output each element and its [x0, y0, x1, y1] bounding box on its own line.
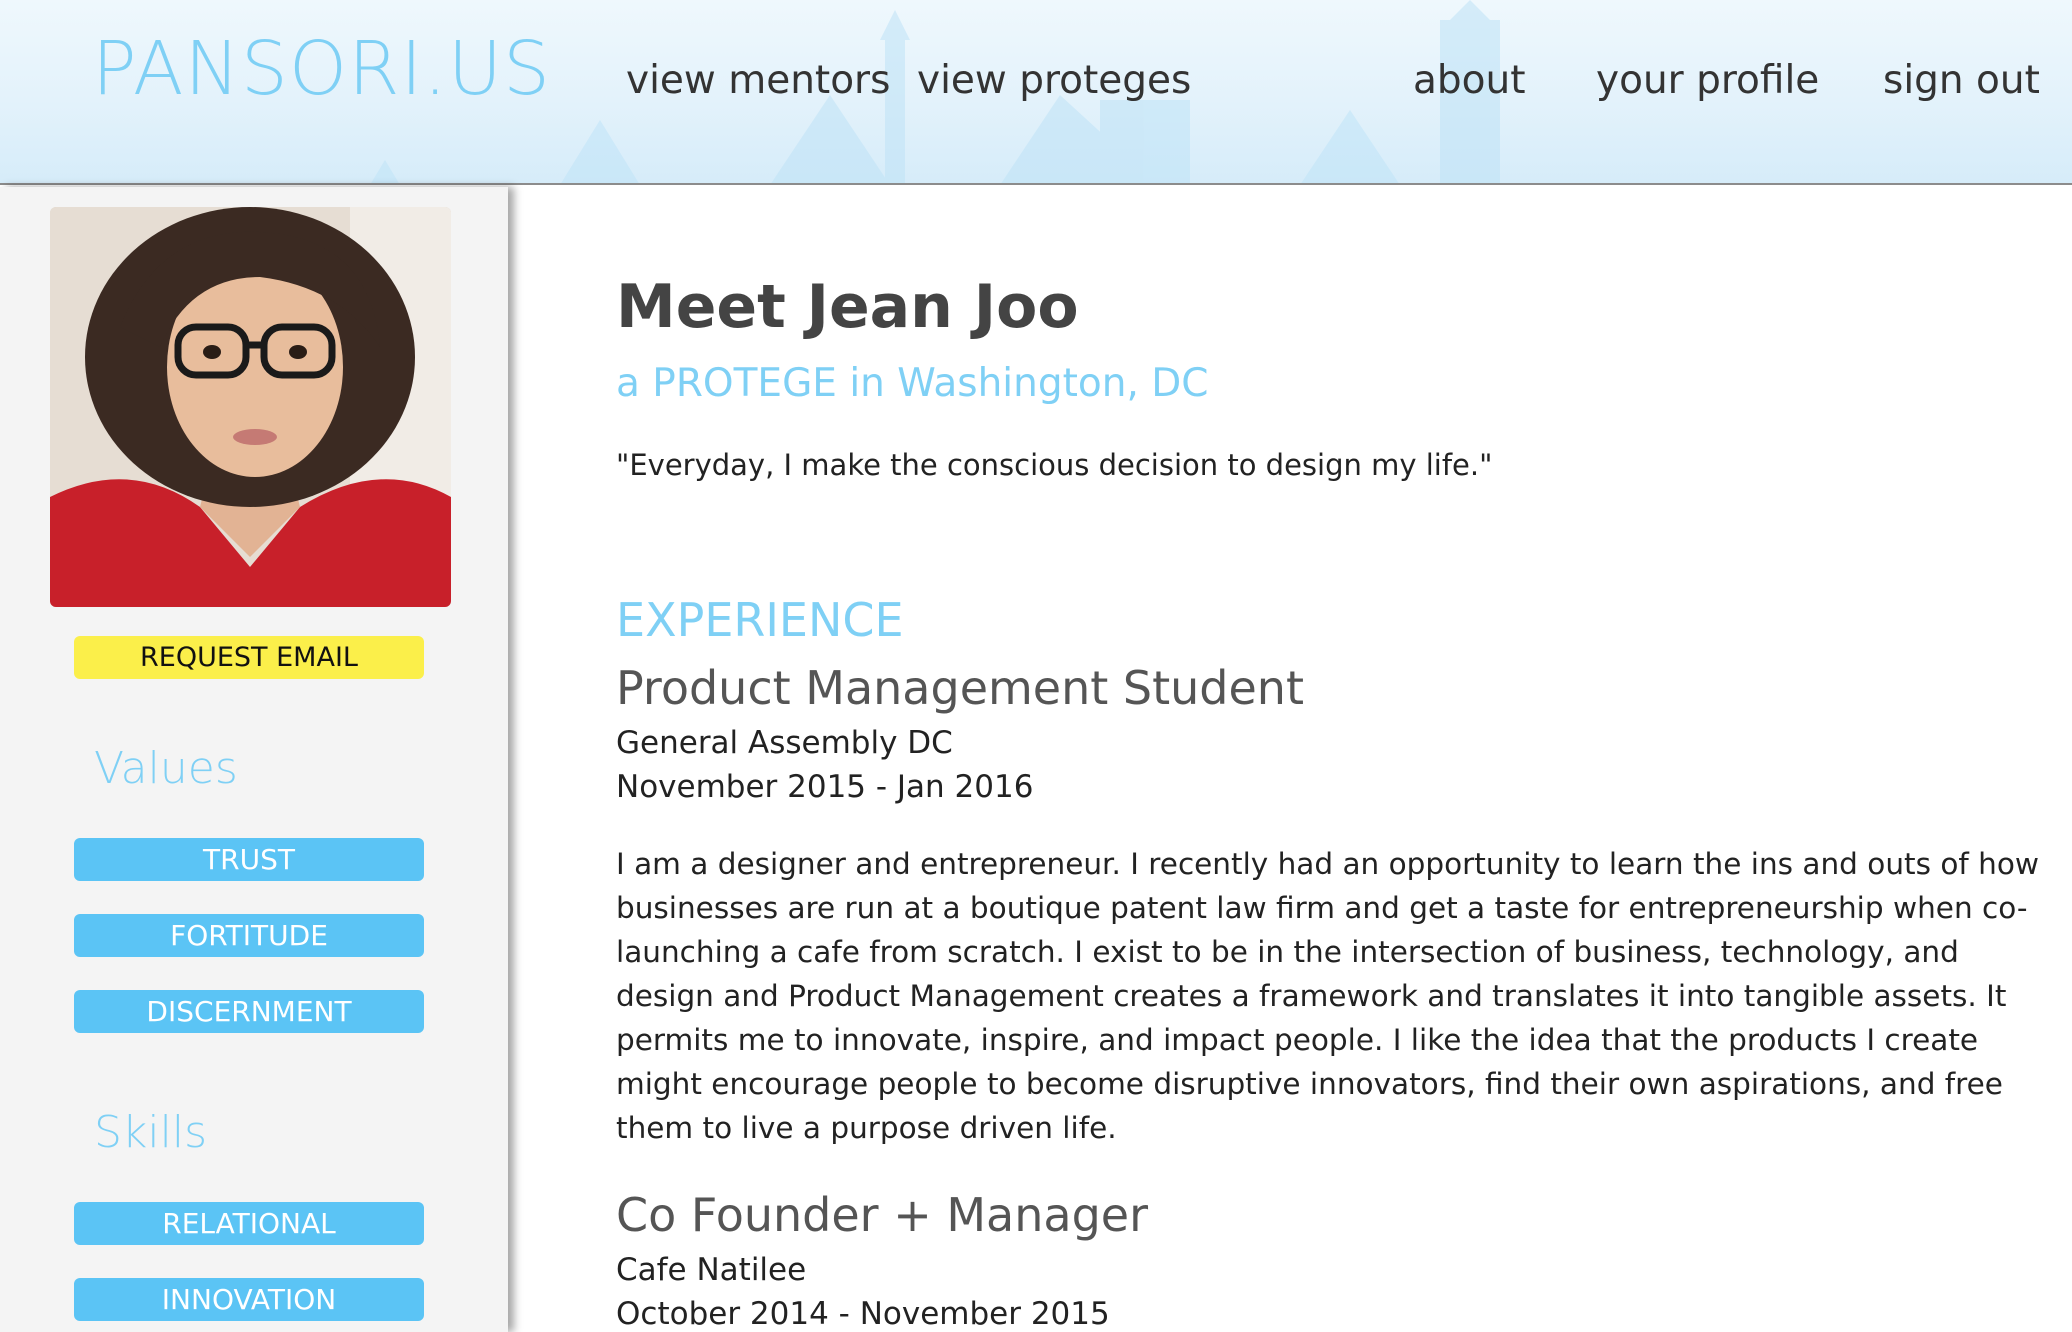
nav-sign-out[interactable]: sign out [1883, 59, 2040, 103]
job-company: General Assembly DC [616, 725, 953, 761]
nav-view-proteges[interactable]: view proteges [917, 59, 1191, 103]
values-heading: Values [94, 743, 238, 794]
value-pill-fortitude[interactable]: FORTITUDE [74, 914, 424, 957]
request-email-button[interactable]: REQUEST EMAIL [74, 636, 424, 679]
site-header: PANSORI.US view mentors view proteges ab… [0, 0, 2072, 185]
nav-about[interactable]: about [1413, 59, 1526, 103]
skills-heading: Skills [94, 1107, 208, 1158]
job-title: Co Founder + Manager [616, 1188, 1148, 1242]
nav-your-profile[interactable]: your profile [1596, 59, 1819, 103]
nav-view-mentors[interactable]: view mentors [626, 59, 890, 103]
value-pill-trust[interactable]: TRUST [74, 838, 424, 881]
experience-heading: EXPERIENCE [616, 593, 904, 647]
job-dates: October 2014 - November 2015 [616, 1296, 1110, 1332]
job-company: Cafe Natilee [616, 1252, 807, 1288]
job-title: Product Management Student [616, 661, 1305, 715]
profile-quote: "Everyday, I make the conscious decision… [616, 448, 1493, 482]
profile-photo-icon [50, 207, 451, 607]
profile-sidebar: REQUEST EMAIL Values TRUST FORTITUDE DIS… [0, 187, 508, 1332]
avatar [50, 207, 451, 607]
value-pill-discernment[interactable]: DISCERNMENT [74, 990, 424, 1033]
site-logo[interactable]: PANSORI.US [92, 32, 551, 106]
profile-subtitle: a PROTEGE in Washington, DC [616, 361, 1209, 406]
skill-pill-innovation[interactable]: INNOVATION [74, 1278, 424, 1321]
skill-pill-relational[interactable]: RELATIONAL [74, 1202, 424, 1245]
page-title: Meet Jean Joo [616, 272, 1079, 342]
job-description: I am a designer and entrepreneur. I rece… [616, 847, 2040, 1145]
job-dates: November 2015 - Jan 2016 [616, 769, 1034, 805]
